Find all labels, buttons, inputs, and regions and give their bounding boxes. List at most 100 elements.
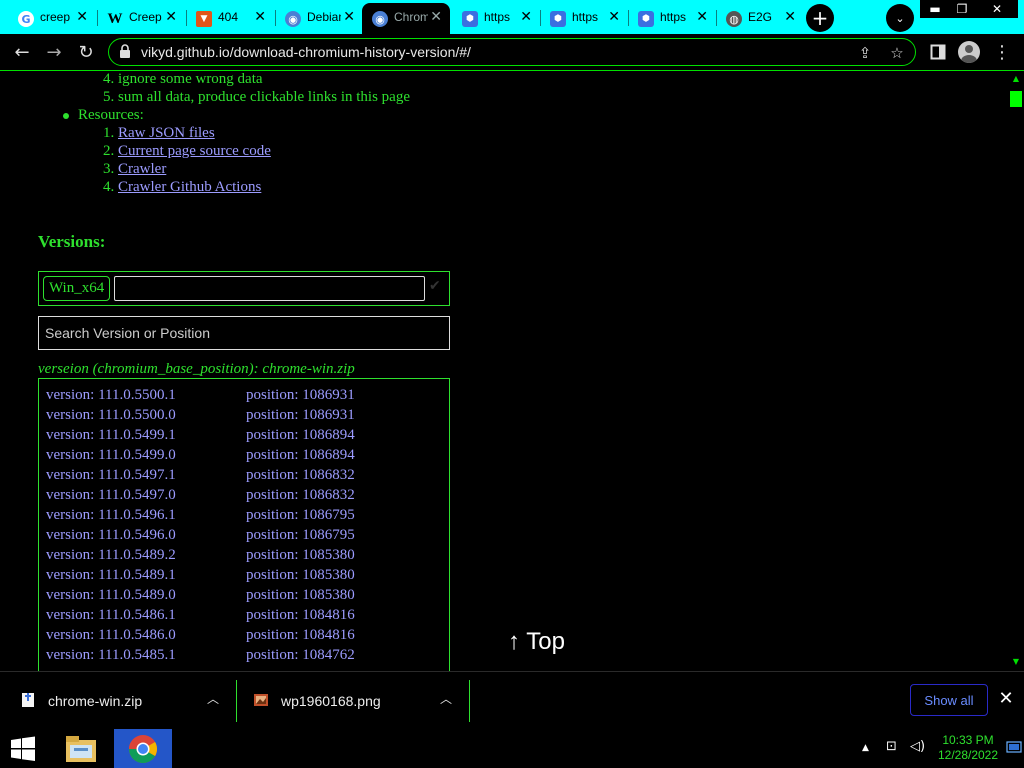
platform-chip[interactable]: Win_x64 [43,276,111,301]
tab-title: https [484,10,511,24]
show-all-button[interactable]: Show all [910,684,988,716]
close-icon[interactable]: ✕ [430,9,442,25]
page-scrollbar[interactable]: ▲ ▼ [1008,72,1024,671]
side-panel-icon[interactable] [926,40,950,64]
crawler-link[interactable]: Crawler [118,161,166,177]
chevron-down-icon[interactable]: ✔ [429,278,445,298]
download-filename: wp1960168.png [281,693,381,709]
search-input[interactable]: Search Version or Position [38,316,450,350]
close-icon[interactable]: ✕ [520,9,532,25]
tab-404[interactable]: ▼ 404 ✕ [186,3,274,34]
minimize-button[interactable]: ▬ [920,0,950,18]
tab-title: Debian [307,10,341,24]
url-text[interactable]: vikyd.github.io/download-chromium-histor… [141,44,471,60]
lock-icon [119,44,133,60]
list-item: 2. Current page source code [103,143,271,159]
crawler-actions-link[interactable]: Crawler Github Actions [118,179,261,195]
version-list[interactable]: version: 111.0.5500.1 position: 1086931 v… [38,378,450,671]
restore-button[interactable]: ❐ [947,0,977,18]
tab-title: creep [40,10,71,24]
tab-title: https [660,10,687,24]
zip-file-icon [20,692,36,708]
profile-avatar[interactable] [958,41,980,63]
tab-search-button[interactable]: ⌄ [886,4,914,32]
tab-wikipedia[interactable]: W Creep ✕ [97,3,185,34]
address-bar[interactable]: vikyd.github.io/download-chromium-histor… [108,38,916,66]
close-icon[interactable]: ✕ [254,9,266,25]
resources-label: Resources: [78,107,144,123]
raw-json-link[interactable]: Raw JSON files [118,125,215,141]
google-icon: G [18,11,34,27]
close-icon[interactable]: ✕ [996,689,1016,709]
close-icon[interactable]: ✕ [696,9,708,25]
back-arrow-icon[interactable]: ← [10,40,34,64]
close-icon[interactable]: ✕ [343,9,355,25]
browser-toolbar: ← → ↻ vikyd.github.io/download-chromium-… [0,34,1024,71]
chrome-taskbar-icon[interactable] [114,729,172,768]
list-item: 3. Crawler [103,161,167,177]
share-icon[interactable]: ⇪ [855,43,875,63]
tab-google[interactable]: G creep ✕ [8,3,96,34]
scroll-up-icon[interactable]: ▲ [1011,74,1021,84]
scroll-down-icon[interactable]: ▼ [1011,657,1021,667]
tab-strip: G creep ✕ W Creep ✕ ▼ 404 ✕ ◉ Debian ✕ ◉… [0,0,1024,34]
tray-overflow-icon[interactable]: ▲ [862,743,869,753]
list-item: 4. Crawler Github Actions [103,179,262,195]
back-to-top-link[interactable]: ↑ Top [508,628,565,656]
volume-icon[interactable]: ◁) [910,739,925,754]
download-shelf: chrome-win.zip ︿ wp1960168.png ︿ Show al… [0,671,1024,729]
tab-chromium-active[interactable]: ◉ Chromium ✕ [362,3,450,34]
download-item[interactable]: wp1960168.png ︿ [237,672,469,730]
tab-https-2[interactable]: ⬢ https ✕ [540,3,628,34]
new-tab-button[interactable]: + [806,4,834,32]
download-filename: chrome-win.zip [48,693,143,709]
tab-debian[interactable]: ◉ Debian ✕ [275,3,363,34]
tab-https-3[interactable]: ⬢ https ✕ [628,3,716,34]
notification-icon[interactable] [1006,741,1022,759]
image-file-icon [253,692,269,708]
platform-filter-input[interactable] [114,276,425,301]
list-item: 4. ignore some wrong data [103,72,263,87]
tab-title: E2G [748,10,773,24]
chromium-icon: ◉ [285,11,301,27]
hexagon-icon: ⬢ [462,11,478,27]
list-item: 1. Raw JSON files [103,125,215,141]
source-code-link[interactable]: Current page source code [118,143,271,159]
hexagon-icon: ⬢ [550,11,566,27]
tab-title: https [572,10,599,24]
close-icon[interactable]: ✕ [76,9,88,25]
taskbar: ▲ ⊡ ◁) 10:33 PM 12/28/2022 [0,729,1024,768]
close-icon[interactable]: ✕ [608,9,620,25]
reload-icon[interactable]: ↻ [74,40,98,64]
list-caption: verseion (chromium_base_position): chrom… [38,361,355,377]
bookmark-star-icon[interactable]: ☆ [887,43,907,63]
menu-kebab-icon[interactable]: ⋮ [990,40,1014,64]
forward-arrow-icon[interactable]: → [42,40,66,64]
page-content: 4. ignore some wrong data 5. sum all dat… [0,72,1008,671]
platform-select[interactable]: Win_x64 ✔ [38,271,450,306]
hexagon-icon: ⬢ [638,11,654,27]
shield-icon: ▼ [196,11,212,27]
chevron-up-icon[interactable]: ︿ [204,690,222,708]
tab-title: Creep [129,10,162,24]
list-item: 5. sum all data, produce clickable links… [103,89,411,105]
bullet-icon [63,113,69,119]
windows-start-icon[interactable] [8,735,38,763]
tab-title: Chromium [394,10,428,24]
scroll-thumb[interactable] [1010,91,1022,107]
download-item[interactable]: chrome-win.zip ︿ [0,672,236,730]
tab-https-1[interactable]: ⬢ https ✕ [452,3,540,34]
chevron-up-icon[interactable]: ︿ [437,690,455,708]
close-icon[interactable]: ✕ [165,9,177,25]
globe-icon: ◍ [726,11,742,27]
tab-title: 404 [218,10,239,24]
file-explorer-icon[interactable] [52,729,110,768]
tab-e2g[interactable]: ◍ E2G ✕ [716,3,804,34]
close-icon[interactable]: ✕ [784,9,796,25]
network-icon[interactable]: ⊡ [886,739,897,754]
wikipedia-icon: W [107,10,123,27]
system-clock[interactable]: 10:33 PM 12/28/2022 [930,733,1006,763]
versions-heading: Versions: [38,232,106,251]
window-close-button[interactable]: ✕ [976,0,1018,18]
chromium-icon: ◉ [372,11,388,27]
